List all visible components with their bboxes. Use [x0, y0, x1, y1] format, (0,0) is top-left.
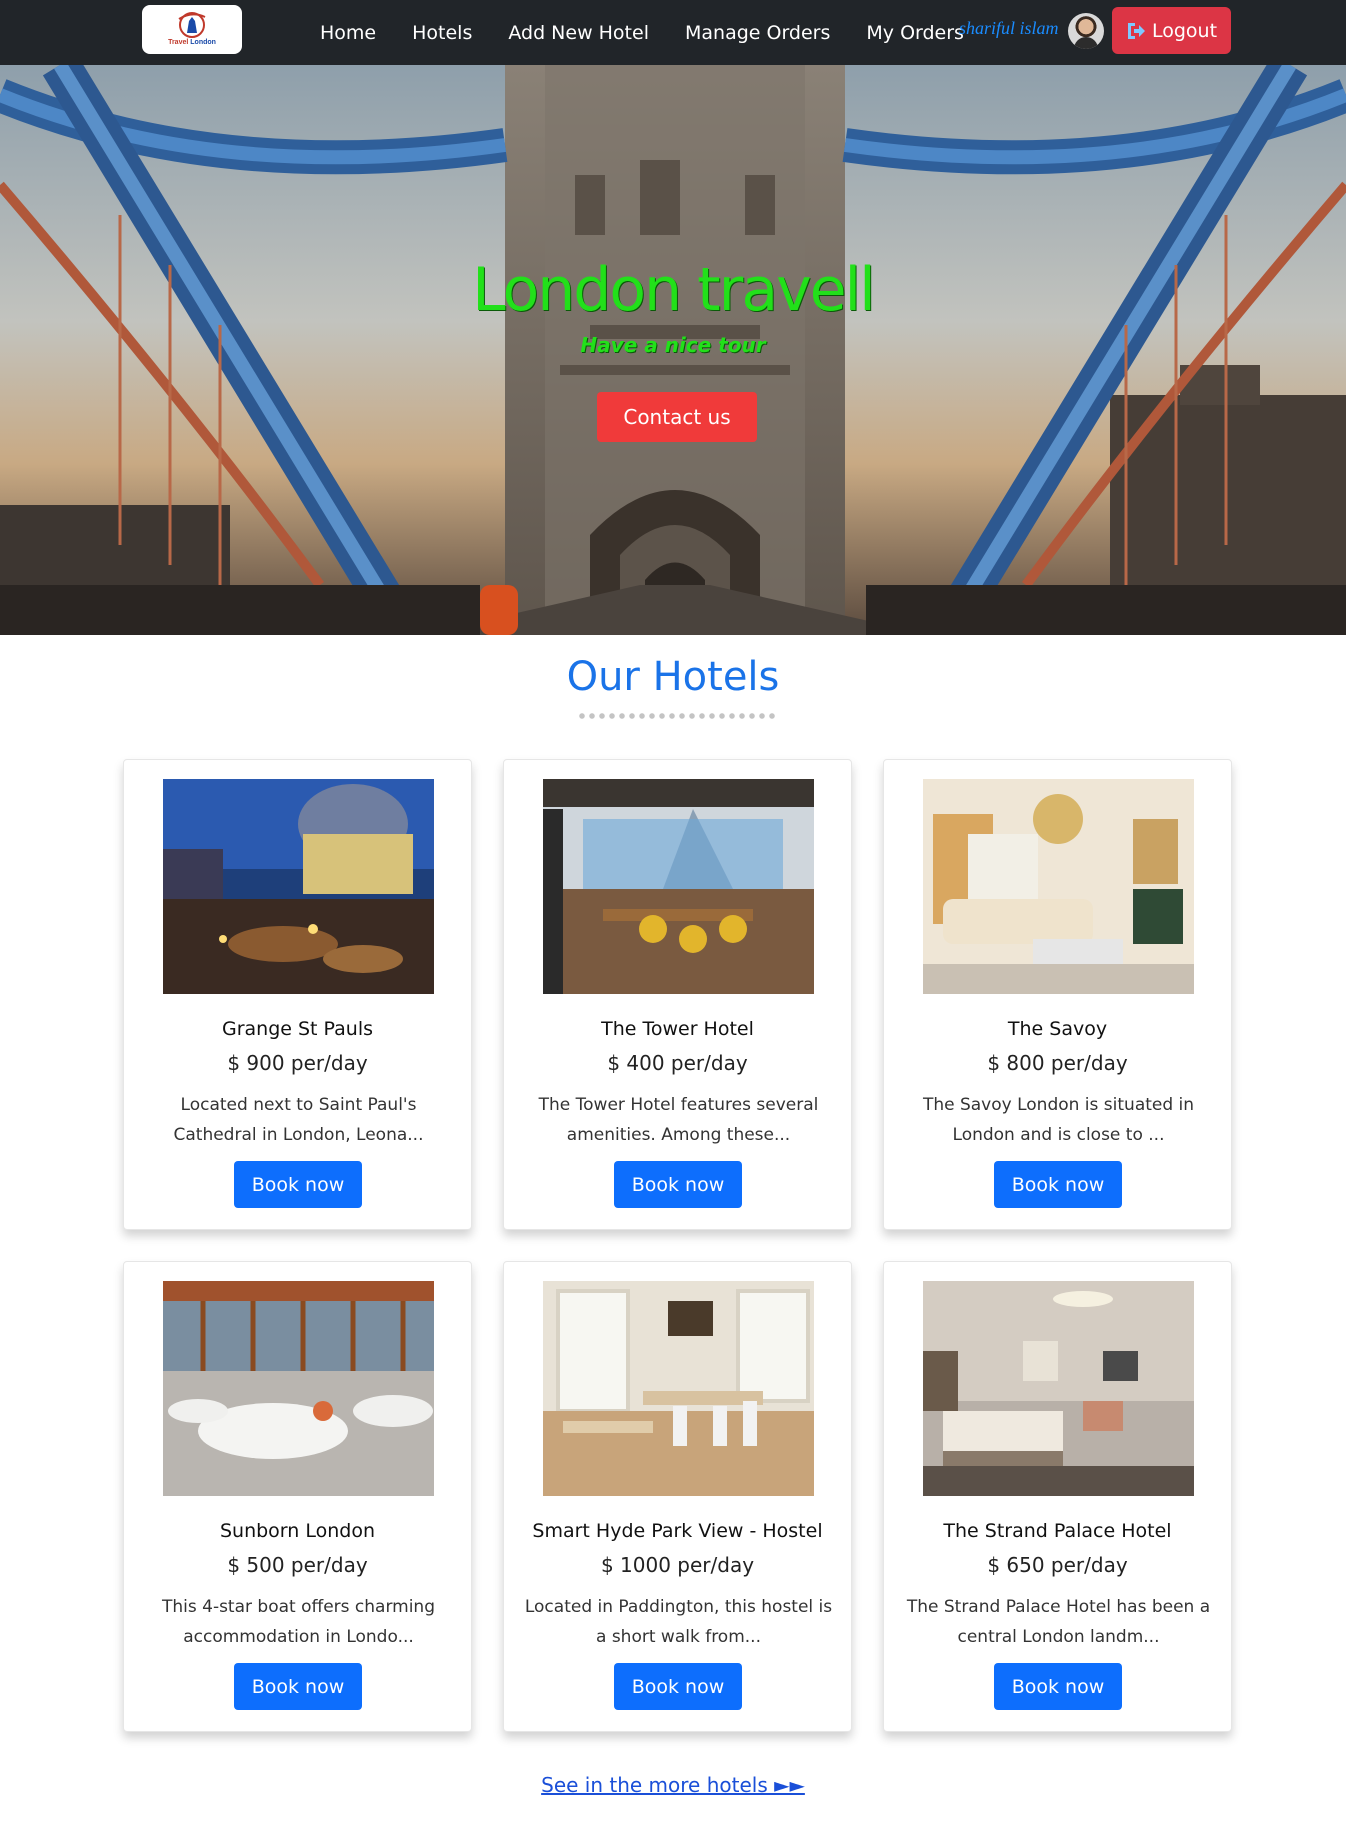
logo-text-travel: Travel: [168, 39, 189, 46]
nav-links: Home Hotels Add New Hotel Manage Orders …: [302, 0, 982, 65]
hotel-name: The Savoy: [1007, 1018, 1108, 1040]
hotel-card: Smart Hyde Park View - Hostel $ 1000 per…: [503, 1261, 852, 1732]
hotel-name: Grange St Pauls: [221, 1018, 374, 1040]
nav-hotels[interactable]: Hotels: [394, 22, 490, 44]
hotel-description: This 4-star boat offers charming accommo…: [161, 1597, 435, 1647]
hotel-card: The Tower Hotel $ 400 per/day The Tower …: [503, 759, 852, 1230]
hotel-photo: [163, 1281, 434, 1496]
hotel-price: $ 800 per/day: [987, 1051, 1128, 1075]
see-more-hotels-link[interactable]: See in the more hotels ►►: [0, 1773, 1346, 1797]
hotel-description: Located in Paddington, this hostel is a …: [524, 1597, 833, 1647]
hotel-description: Located next to Saint Paul's Cathedral i…: [173, 1095, 424, 1145]
hotel-card: Grange St Pauls $ 900 per/day Located ne…: [123, 759, 472, 1230]
hotel-price: $ 900 per/day: [227, 1051, 368, 1075]
hotel-photo: [163, 779, 434, 994]
nav-add-new-hotel[interactable]: Add New Hotel: [490, 22, 667, 44]
hotel-photo: [543, 1281, 814, 1496]
logout-button[interactable]: Logout: [1112, 7, 1231, 54]
navbar: Travel London Home Hotels Add New Hotel …: [0, 0, 1346, 65]
title-divider-dots: [577, 712, 777, 720]
section-title: Our Hotels: [566, 654, 780, 700]
hero-subtitle: Have a nice tour: [580, 333, 766, 357]
hotel-photo: [543, 779, 814, 994]
site-logo[interactable]: Travel London: [142, 5, 242, 54]
hotel-photo: [923, 779, 1194, 994]
logo-mark-icon: [178, 12, 206, 38]
hotel-name: Smart Hyde Park View - Hostel: [532, 1520, 823, 1542]
logo-text-london: London: [190, 39, 216, 46]
nav-home[interactable]: Home: [302, 22, 394, 44]
book-now-button[interactable]: Book now: [994, 1663, 1122, 1710]
book-now-button[interactable]: Book now: [994, 1161, 1122, 1208]
avatar[interactable]: [1068, 13, 1104, 49]
hotel-price: $ 1000 per/day: [600, 1553, 755, 1577]
contact-us-button[interactable]: Contact us: [597, 392, 757, 442]
logout-icon: [1127, 22, 1145, 39]
hotel-photo: [923, 1281, 1194, 1496]
hotel-description: The Tower Hotel features several ameniti…: [538, 1095, 819, 1145]
hotel-name: The Tower Hotel: [601, 1018, 754, 1040]
hotel-price: $ 400 per/day: [607, 1051, 748, 1075]
user-name: shariful islam: [959, 18, 1059, 38]
book-now-button[interactable]: Book now: [614, 1663, 742, 1710]
book-now-button[interactable]: Book now: [614, 1161, 742, 1208]
hotel-card: Sunborn London $ 500 per/day This 4-star…: [123, 1261, 472, 1732]
logout-label: Logout: [1151, 19, 1218, 42]
hotel-description: The Savoy London is situated in London a…: [922, 1095, 1195, 1145]
hotel-card: The Savoy $ 800 per/day The Savoy London…: [883, 759, 1232, 1230]
hotel-card: The Strand Palace Hotel $ 650 per/day Th…: [883, 1261, 1232, 1732]
logo-text: Travel London: [142, 39, 242, 46]
hotel-price: $ 500 per/day: [227, 1553, 368, 1577]
book-now-button[interactable]: Book now: [234, 1161, 362, 1208]
hotel-price: $ 650 per/day: [987, 1553, 1128, 1577]
nav-manage-orders[interactable]: Manage Orders: [667, 22, 848, 44]
hotel-name: Sunborn London: [219, 1520, 376, 1542]
hero-banner: London travell Have a nice tour Contact …: [0, 65, 1346, 635]
hotel-description: The Strand Palace Hotel has been a centr…: [906, 1597, 1211, 1647]
hero-title: London travell: [472, 255, 876, 325]
hotel-name: The Strand Palace Hotel: [943, 1520, 1172, 1542]
book-now-button[interactable]: Book now: [234, 1663, 362, 1710]
